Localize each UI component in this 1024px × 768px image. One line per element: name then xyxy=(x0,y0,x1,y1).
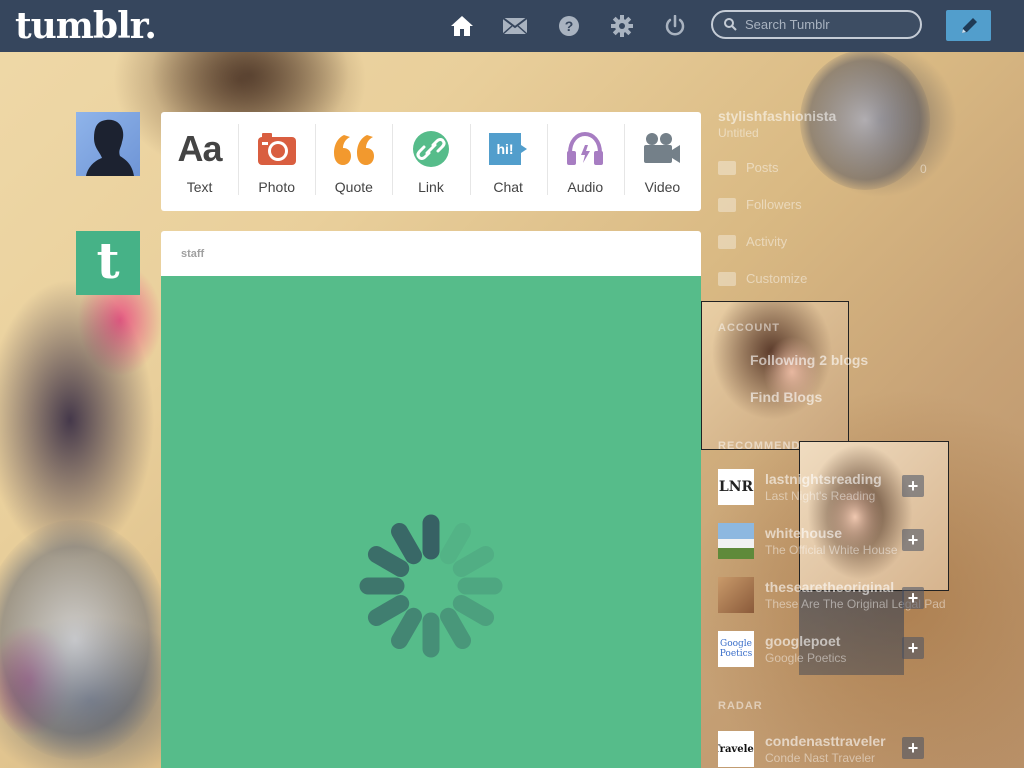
blog-thumbnail xyxy=(718,577,754,613)
follow-button[interactable]: + xyxy=(902,637,924,659)
blog-name: lastnightsreading xyxy=(765,471,882,487)
activity-icon xyxy=(718,234,736,249)
post-type-chat[interactable]: hi! Chat xyxy=(469,112,547,211)
top-navigation-bar: tumblr. ? xyxy=(0,0,1024,52)
power-icon[interactable] xyxy=(662,12,688,40)
search-input[interactable] xyxy=(743,16,917,33)
post-author[interactable]: staff xyxy=(181,248,204,260)
sidebar-section-account: ACCOUNT xyxy=(718,322,780,334)
post-body xyxy=(161,276,701,768)
recommended-blog[interactable]: LNR lastnightsreading Last Night's Readi… xyxy=(718,469,948,505)
svg-text:?: ? xyxy=(565,18,574,34)
floating-photo xyxy=(799,441,949,591)
blog-name: thesearetheoriginal xyxy=(765,579,895,595)
blog-title: Last Night's Reading xyxy=(765,489,876,503)
post-type-bar: Aa Text Photo Quote Link hi! Chat Audio xyxy=(161,112,701,211)
recommended-blog[interactable]: Google Poetics googlepoet Google Poetics… xyxy=(718,631,948,667)
sidebar-section-radar: RADAR xyxy=(718,700,763,712)
post-type-link[interactable]: Link xyxy=(392,112,469,211)
blog-title: Google Poetics xyxy=(765,651,847,665)
search-icon xyxy=(724,18,737,31)
mail-icon[interactable] xyxy=(502,12,528,40)
compose-button[interactable] xyxy=(946,10,991,41)
post-type-video[interactable]: Video xyxy=(623,112,701,211)
find-blogs-link[interactable]: Find Blogs xyxy=(750,389,822,405)
post-type-label: Link xyxy=(418,179,444,195)
follow-button[interactable]: + xyxy=(902,475,924,497)
recommended-blog[interactable]: thesearetheoriginal These Are The Origin… xyxy=(718,577,948,613)
posts-count: 0 xyxy=(920,162,927,176)
post-type-label: Video xyxy=(644,179,681,195)
post-type-label: Audio xyxy=(567,179,604,195)
dashboard-post: staff xyxy=(161,231,701,768)
chat-icon: hi! xyxy=(487,127,529,171)
post-type-photo[interactable]: Photo xyxy=(238,112,315,211)
sidebar-blog-subtitle: Untitled xyxy=(718,126,759,140)
sidebar-item-posts[interactable]: Posts xyxy=(718,160,779,175)
blog-thumbnail: Traveler xyxy=(718,731,754,767)
help-icon[interactable]: ? xyxy=(556,12,582,40)
sidebar-item-customize[interactable]: Customize xyxy=(718,271,807,286)
following-link[interactable]: Following 2 blogs xyxy=(750,352,868,368)
follow-button[interactable]: + xyxy=(902,587,924,609)
loading-spinner-icon xyxy=(359,514,503,658)
post-type-quote[interactable]: Quote xyxy=(315,112,392,211)
blog-title: Conde Nast Traveler xyxy=(765,751,876,765)
home-icon[interactable] xyxy=(449,12,475,40)
video-camera-icon xyxy=(642,127,682,171)
sidebar-item-activity[interactable]: Activity xyxy=(718,234,787,249)
staff-avatar[interactable]: t xyxy=(76,231,140,295)
follow-button[interactable]: + xyxy=(902,529,924,551)
post-type-label: Chat xyxy=(493,179,523,195)
post-type-label: Photo xyxy=(258,179,295,195)
posts-icon xyxy=(718,160,736,175)
user-avatar[interactable] xyxy=(76,112,140,176)
blog-name: googlepoet xyxy=(765,633,841,649)
post-type-audio[interactable]: Audio xyxy=(546,112,624,211)
blog-name: whitehouse xyxy=(765,525,843,541)
post-header: staff xyxy=(161,231,701,276)
post-type-label: Quote xyxy=(334,179,373,195)
svg-text:hi!: hi! xyxy=(497,141,514,157)
follow-button[interactable]: + xyxy=(902,737,924,759)
gear-icon[interactable] xyxy=(609,12,635,40)
radar-blog[interactable]: Traveler condenasttraveler Conde Nast Tr… xyxy=(718,731,948,767)
blog-thumbnail: Google Poetics xyxy=(718,631,754,667)
post-type-label: Text xyxy=(186,179,213,195)
blog-name: condenasttraveler xyxy=(765,733,886,749)
recommended-blog[interactable]: whitehouse The Official White House + xyxy=(718,523,948,559)
quote-icon xyxy=(332,127,376,171)
pencil-icon xyxy=(961,17,977,33)
headphones-icon xyxy=(565,127,605,171)
user-silhouette-icon xyxy=(86,119,134,176)
camera-icon xyxy=(257,127,297,171)
text-icon: Aa xyxy=(177,128,223,169)
blog-thumbnail: LNR xyxy=(718,469,754,505)
staff-t-logo: t xyxy=(96,231,120,290)
followers-icon xyxy=(718,197,736,212)
search-box[interactable] xyxy=(711,10,922,39)
tumblr-logo[interactable]: tumblr. xyxy=(15,6,157,46)
blog-thumbnail xyxy=(718,523,754,559)
blog-title: The Official White House xyxy=(765,543,898,557)
sidebar-item-followers[interactable]: Followers xyxy=(718,197,802,212)
post-type-text[interactable]: Aa Text xyxy=(161,112,238,211)
customize-icon xyxy=(718,271,736,286)
link-icon xyxy=(412,127,450,171)
sidebar-blog-name[interactable]: stylishfashionista xyxy=(718,108,836,124)
